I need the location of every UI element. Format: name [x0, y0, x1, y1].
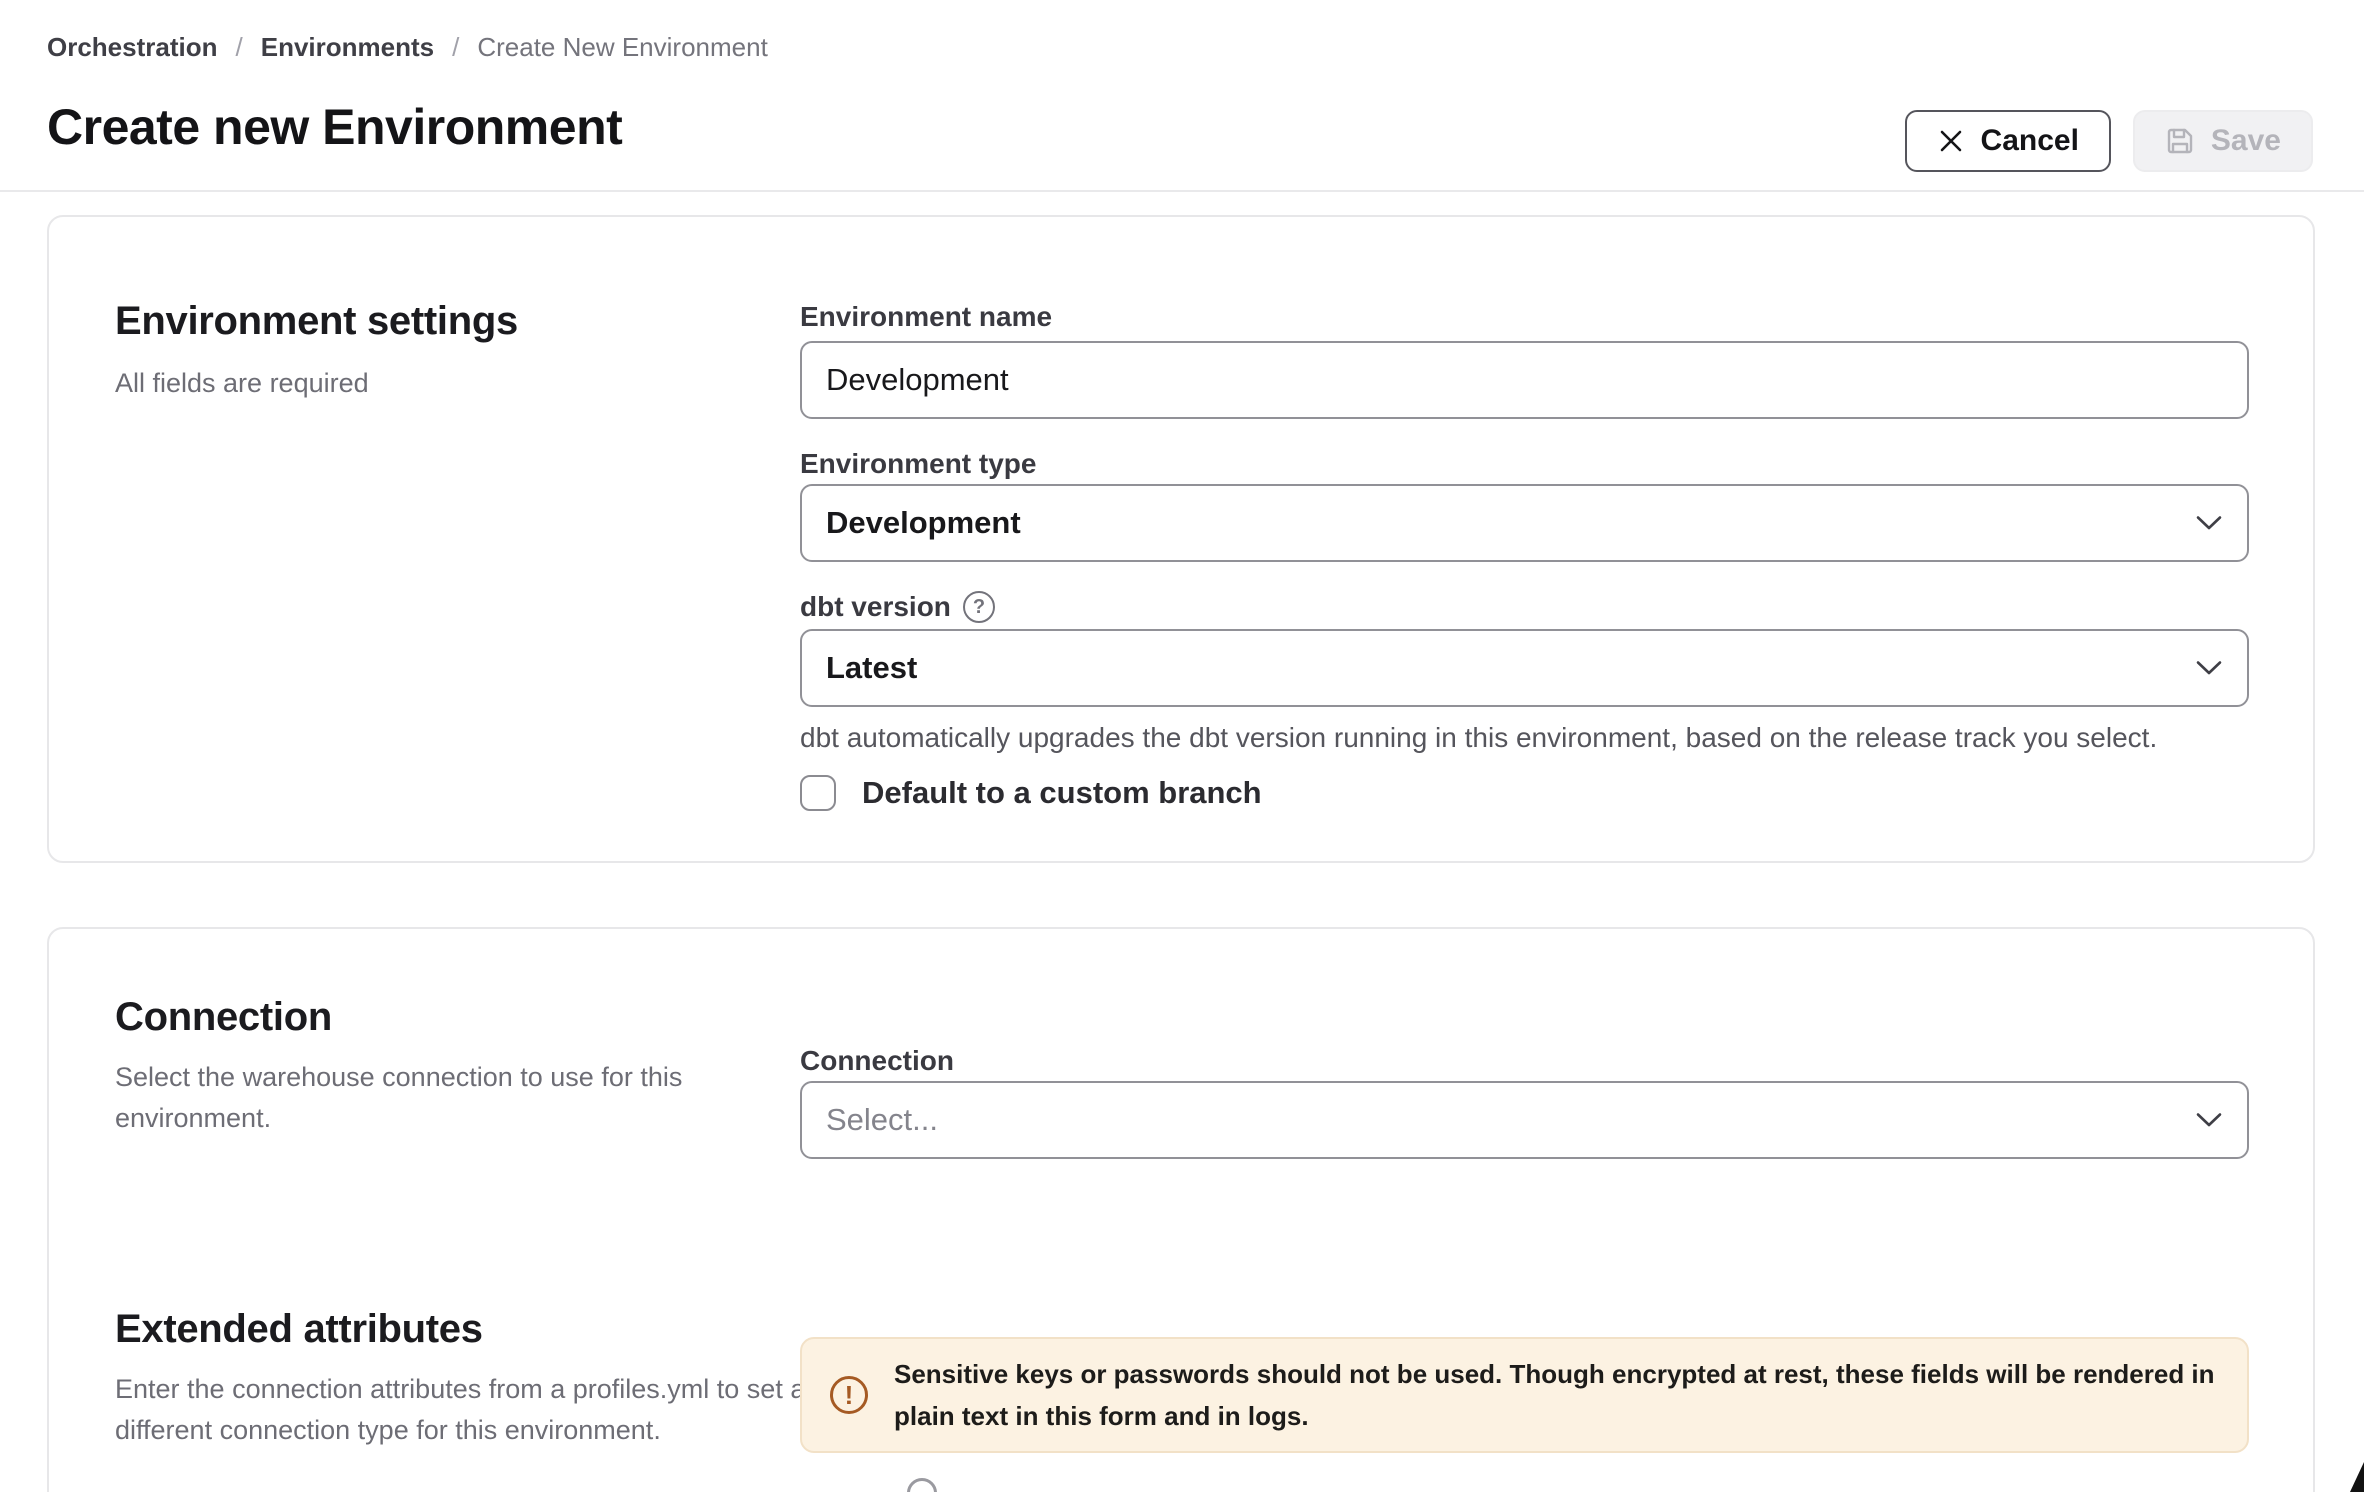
custom-branch-checkbox[interactable]: [800, 775, 836, 811]
header-actions: Cancel Save: [1905, 110, 2313, 172]
save-button-label: Save: [2211, 124, 2281, 158]
dbt-version-label-text: dbt version: [800, 591, 951, 623]
connection-card: Connection Select the warehouse connecti…: [47, 927, 2315, 1492]
breadcrumb-orchestration[interactable]: Orchestration: [47, 32, 218, 63]
chevron-down-icon: [2195, 660, 2223, 676]
environment-settings-heading: Environment settings: [115, 299, 518, 344]
save-button[interactable]: Save: [2133, 110, 2313, 172]
environment-type-select[interactable]: Development: [800, 484, 2249, 562]
breadcrumb: Orchestration / Environments / Create Ne…: [47, 32, 768, 63]
environment-type-value: Development: [826, 505, 1021, 541]
dbt-version-select[interactable]: Latest: [800, 629, 2249, 707]
x-icon: [1937, 127, 1965, 155]
header-divider: [0, 190, 2364, 192]
connection-description: Select the warehouse connection to use f…: [115, 1057, 815, 1139]
dbt-version-value: Latest: [826, 650, 917, 686]
environment-name-input[interactable]: [802, 343, 2295, 417]
breadcrumb-current: Create New Environment: [477, 32, 767, 63]
breadcrumb-environments[interactable]: Environments: [261, 32, 434, 63]
cancel-button[interactable]: Cancel: [1905, 110, 2111, 172]
breadcrumb-separator: /: [452, 32, 459, 63]
environment-settings-card: Environment settings All fields are requ…: [47, 215, 2315, 863]
chevron-down-icon: [2195, 1112, 2223, 1128]
connection-select[interactable]: Select...: [800, 1081, 2249, 1159]
sensitive-keys-warning-banner: ! Sensitive keys or passwords should not…: [800, 1337, 2249, 1453]
alert-circle-icon: !: [830, 1376, 868, 1414]
corner-widget-fragment: [2350, 1462, 2364, 1492]
custom-branch-checkbox-row[interactable]: Default to a custom branch: [800, 775, 1262, 811]
connection-label-text: Connection: [800, 1045, 954, 1077]
environment-name-input-wrapper: [800, 341, 2249, 419]
page-title: Create new Environment: [47, 98, 622, 156]
warning-banner-text: Sensitive keys or passwords should not b…: [894, 1353, 2219, 1437]
environment-settings-subheading: All fields are required: [115, 363, 815, 404]
question-mark-circle-icon[interactable]: ?: [963, 591, 995, 623]
create-environment-page: Orchestration / Environments / Create Ne…: [0, 0, 2364, 1492]
cancel-button-label: Cancel: [1981, 124, 2079, 158]
chevron-down-icon: [2195, 515, 2223, 531]
floppy-disk-icon: [2165, 126, 2195, 156]
breadcrumb-separator: /: [236, 32, 243, 63]
environment-name-label: Environment name: [800, 301, 1052, 333]
environment-type-label: Environment type: [800, 448, 1036, 480]
environment-type-label-text: Environment type: [800, 448, 1036, 480]
dbt-version-helper-text: dbt automatically upgrades the dbt versi…: [800, 722, 2300, 754]
extended-attributes-heading: Extended attributes: [115, 1307, 483, 1352]
connection-label: Connection: [800, 1045, 954, 1077]
connection-heading: Connection: [115, 995, 332, 1040]
custom-branch-checkbox-label: Default to a custom branch: [862, 775, 1262, 811]
connection-select-placeholder: Select...: [826, 1102, 938, 1138]
extended-attributes-description: Enter the connection attributes from a p…: [115, 1369, 815, 1451]
environment-name-label-text: Environment name: [800, 301, 1052, 333]
dbt-version-label: dbt version ?: [800, 591, 995, 623]
